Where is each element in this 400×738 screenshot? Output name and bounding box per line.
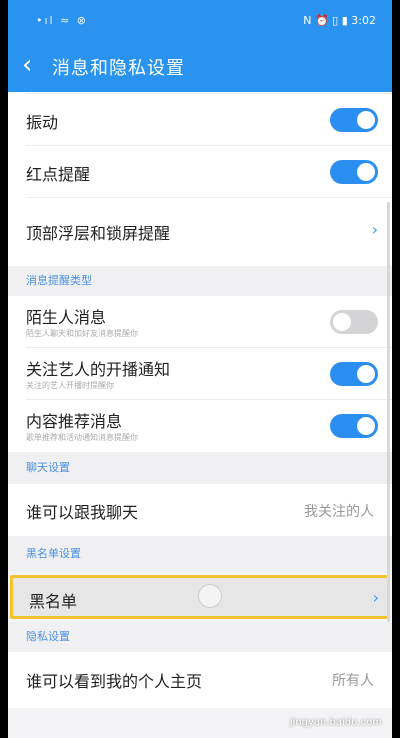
section-chat: 聊天设置 <box>8 452 392 484</box>
row-stranger-sub: 陌生人聊天和加好友消息提醒你 <box>26 329 138 338</box>
row-vibrate[interactable]: 振动 <box>8 94 392 146</box>
row-who-chat-value: 我关注的人 <box>304 504 374 520</box>
row-profile-label: 谁可以看到我的个人主页 <box>26 672 203 691</box>
watermark: jingyan.baidu.com <box>289 717 382 728</box>
toggle-knob <box>357 365 375 383</box>
toggle-knob <box>357 111 375 129</box>
touch-indicator-icon <box>198 584 222 608</box>
status-right-icons: N ⏰ ▯ ▮ 3:02 <box>303 14 376 27</box>
row-vibrate-label: 振动 <box>26 113 59 132</box>
row-red-dot-label: 红点提醒 <box>26 165 91 184</box>
row-recommend[interactable]: 内容推荐消息 歌单推荐和活动通知消息提醒你 <box>8 400 392 452</box>
app-bar: ‹ 消息和隐私设置 <box>8 40 392 92</box>
row-profile-value: 所有人 <box>332 673 374 689</box>
recommend-toggle[interactable] <box>330 414 378 438</box>
section-notify-type: 消息提醒类型 <box>8 266 392 296</box>
page-title: 消息和隐私设置 <box>52 58 185 79</box>
toggle-knob <box>357 417 375 435</box>
row-artist-sub: 关注的艺人开播时提醒你 <box>26 381 114 390</box>
row-artist-label: 关注艺人的开播通知 <box>26 360 171 379</box>
status-bar: •ıl ≈ ⊗ N ⏰ ▯ ▮ 3:02 <box>8 0 392 40</box>
row-overlay[interactable]: 顶部浮层和锁屏提醒 › <box>8 198 392 266</box>
vibrate-toggle[interactable] <box>330 108 378 132</box>
row-red-dot[interactable]: 红点提醒 <box>8 146 392 198</box>
row-who-chat[interactable]: 谁可以跟我聊天 我关注的人 <box>8 484 392 536</box>
row-stranger[interactable]: 陌生人消息 陌生人聊天和加好友消息提醒你 <box>8 296 392 348</box>
phone-screen: •ıl ≈ ⊗ N ⏰ ▯ ▮ 3:02 ‹ 消息和隐私设置 声音 振动 红点提… <box>8 0 392 738</box>
row-overlay-label: 顶部浮层和锁屏提醒 <box>26 224 171 243</box>
chevron-right-icon: › <box>371 220 378 239</box>
row-artist[interactable]: 关注艺人的开播通知 关注的艺人开播时提醒你 <box>8 348 392 400</box>
row-stranger-label: 陌生人消息 <box>26 308 107 327</box>
row-profile[interactable]: 谁可以看到我的个人主页 所有人 <box>8 652 392 708</box>
row-recommend-sub: 歌单推荐和活动通知消息提醒你 <box>26 433 138 442</box>
toggle-knob <box>357 163 375 181</box>
row-recommend-label: 内容推荐消息 <box>26 412 123 431</box>
row-blacklist-label: 黑名单 <box>29 592 78 611</box>
red-dot-toggle[interactable] <box>330 160 378 184</box>
toggle-knob <box>333 313 351 331</box>
section-blacklist: 黑名单设置 <box>8 536 392 572</box>
back-arrow-icon[interactable]: ‹ <box>22 50 32 80</box>
section-privacy: 隐私设置 <box>8 622 392 652</box>
chevron-right-icon: › <box>372 588 379 607</box>
status-left-icons: •ıl ≈ ⊗ <box>36 14 89 27</box>
artist-toggle[interactable] <box>330 362 378 386</box>
stranger-toggle[interactable] <box>330 310 378 334</box>
scrollbar[interactable] <box>387 202 390 622</box>
settings-list[interactable]: 声音 振动 红点提醒 顶部浮层和锁屏提醒 › 消息提醒类型 陌生人消息 陌生人聊… <box>8 92 392 738</box>
row-who-chat-label: 谁可以跟我聊天 <box>26 503 139 522</box>
